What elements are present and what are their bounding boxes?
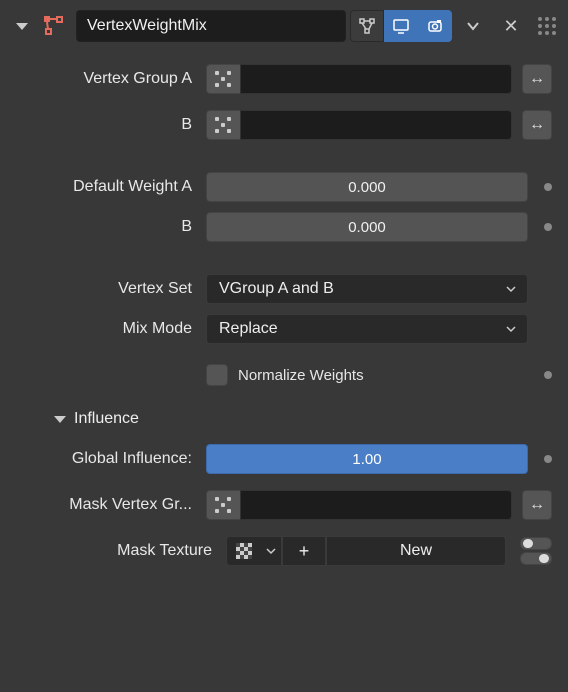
vertex-group-b-label: B: [16, 116, 196, 134]
display-mode-group: [350, 10, 452, 42]
animate-property-a[interactable]: [544, 183, 552, 191]
vertex-group-icon: [206, 490, 240, 520]
vertex-weight-mix-icon: [36, 14, 72, 38]
chevron-down-icon: [505, 323, 517, 335]
texture-new-button[interactable]: New: [326, 536, 506, 566]
modifier-body: Vertex Group A ↔ B: [4, 48, 564, 578]
chevron-down-icon: [505, 283, 517, 295]
vertex-group-a-row: Vertex Group A ↔: [16, 62, 552, 96]
default-weight-a-label: Default Weight A: [16, 178, 196, 196]
mask-texture-row: Mask Texture + New: [16, 534, 552, 568]
default-weight-a-row: Default Weight A 0.000: [16, 170, 552, 204]
invert-b-button[interactable]: ↔: [522, 110, 552, 140]
close-icon: ✕: [503, 16, 518, 37]
delete-modifier-button[interactable]: ✕: [494, 10, 528, 42]
global-influence-row: Global Influence: 1.00: [16, 442, 552, 476]
invert-mask-button[interactable]: ↔: [522, 490, 552, 520]
mask-vg-input[interactable]: [206, 490, 512, 520]
render-display-toggle[interactable]: [418, 10, 452, 42]
global-influence-input[interactable]: 1.00: [206, 444, 528, 474]
drag-handle[interactable]: [538, 17, 556, 35]
realtime-display-toggle[interactable]: [384, 10, 418, 42]
texture-add-button[interactable]: +: [282, 536, 326, 566]
vertex-set-label: Vertex Set: [16, 280, 196, 298]
mix-mode-row: Mix Mode Replace: [16, 312, 552, 346]
modifier-name-input[interactable]: VertexWeightMix: [76, 10, 346, 42]
influence-label: Influence: [74, 410, 139, 428]
expand-toggle[interactable]: [12, 10, 32, 42]
normalize-checkbox[interactable]: [206, 364, 228, 386]
texture-icon: [236, 543, 252, 559]
modifier-panel: VertexWeightMix ✕ Vertex Group A: [0, 0, 568, 582]
vertex-set-row: Vertex Set VGroup A and B: [16, 272, 552, 306]
edit-mode-toggle[interactable]: [350, 10, 384, 42]
default-weight-b-input[interactable]: 0.000: [206, 212, 528, 242]
mix-mode-dropdown[interactable]: Replace: [206, 314, 528, 344]
modifier-name-text: VertexWeightMix: [87, 17, 207, 35]
vertex-group-b-input[interactable]: [206, 110, 512, 140]
normalize-label: Normalize Weights: [238, 367, 364, 384]
animate-normalize[interactable]: [544, 371, 552, 379]
extras-menu[interactable]: [456, 10, 490, 42]
invert-a-button[interactable]: ↔: [522, 64, 552, 94]
vertex-group-icon: [206, 110, 240, 140]
modifier-header: VertexWeightMix ✕: [4, 4, 564, 48]
vertex-group-a-label: Vertex Group A: [16, 70, 196, 88]
global-influence-label: Global Influence:: [16, 450, 196, 468]
mask-vg-label: Mask Vertex Gr...: [16, 496, 196, 514]
texture-dropdown-button[interactable]: [260, 536, 282, 566]
default-weight-a-input[interactable]: 0.000: [206, 172, 528, 202]
mix-mode-label: Mix Mode: [16, 320, 196, 338]
vertex-set-dropdown[interactable]: VGroup A and B: [206, 274, 528, 304]
animate-property-b[interactable]: [544, 223, 552, 231]
default-weight-b-label: B: [16, 218, 196, 236]
vertex-group-a-input[interactable]: [206, 64, 512, 94]
animate-influence[interactable]: [544, 455, 552, 463]
texture-browse-button[interactable]: [226, 536, 260, 566]
texture-channel-toggle[interactable]: [520, 537, 552, 565]
influence-subpanel-header[interactable]: Influence: [16, 404, 552, 442]
vertex-group-icon: [206, 64, 240, 94]
mask-vertex-group-row: Mask Vertex Gr... ↔: [16, 488, 552, 522]
default-weight-b-row: B 0.000: [16, 210, 552, 244]
normalize-row: Normalize Weights: [16, 358, 552, 392]
mask-texture-label: Mask Texture: [16, 542, 216, 560]
vertex-group-b-row: B ↔: [16, 108, 552, 142]
